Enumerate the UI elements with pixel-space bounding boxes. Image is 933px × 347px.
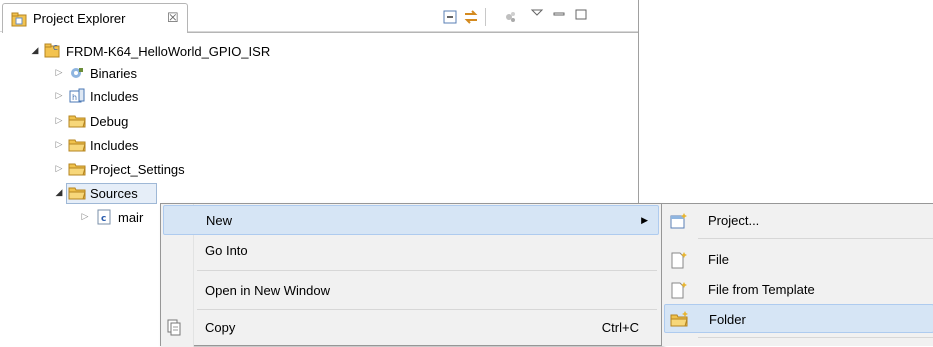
svg-text:c: c <box>101 214 106 224</box>
tree-item-project[interactable]: ◢ C FRDM-K64_HelloWorld_GPIO_ISR <box>30 41 330 63</box>
menu-item-label: New <box>206 213 233 228</box>
toolbar-separator <box>485 8 486 26</box>
menu-item-shortcut: Ctrl+C <box>601 320 639 335</box>
expand-arrow-icon[interactable]: ◢ <box>30 45 40 56</box>
tab-title: Project Explorer <box>33 11 126 26</box>
binaries-icon <box>68 64 86 85</box>
project-label: FRDM-K64_HelloWorld_GPIO_ISR <box>66 44 271 59</box>
folder-icon <box>68 113 86 131</box>
new-submenu: Project... File File from Template Folde… <box>661 203 933 346</box>
expand-arrow-icon[interactable]: ▷ <box>54 139 64 150</box>
copy-icon <box>166 319 182 340</box>
menu-item-copy[interactable]: Copy Ctrl+C <box>163 313 659 343</box>
expand-arrow-icon[interactable]: ▷ <box>80 211 90 222</box>
folder-icon <box>68 137 86 155</box>
svg-text:h: h <box>72 93 77 102</box>
menu-item-label: Copy <box>205 320 236 335</box>
includes-icon: h <box>68 87 86 108</box>
menu-item-label: Open in New Window <box>205 283 330 298</box>
folder-icon <box>68 161 86 179</box>
tree-item-label: Debug <box>90 114 129 129</box>
tree-item-label: Sources <box>90 186 138 201</box>
menu-item-label: Go Into <box>205 243 248 258</box>
new-folder-icon <box>670 311 690 330</box>
tree-item-project-settings[interactable]: ▷ Project_Settings <box>54 159 274 181</box>
link-with-editor-icon[interactable] <box>462 8 480 26</box>
folder-open-icon <box>68 185 86 203</box>
project-explorer-icon <box>11 11 29 30</box>
submenu-item-folder[interactable]: Folder <box>664 304 933 333</box>
c-file-icon: c <box>96 209 112 228</box>
menu-item-go-into[interactable]: Go Into <box>163 236 659 266</box>
maximize-icon[interactable] <box>572 5 590 23</box>
minimize-icon[interactable] <box>550 5 568 23</box>
filter-icon[interactable] <box>502 8 520 26</box>
view-menu-icon[interactable] <box>528 5 546 23</box>
close-icon[interactable]: ☒ <box>167 10 179 26</box>
menu-separator <box>197 309 657 310</box>
tree-item-label: Binaries <box>90 66 137 81</box>
tree-item-debug[interactable]: ▷ Debug <box>54 111 254 133</box>
tree-item-includes[interactable]: ▷ h Includes <box>54 86 254 108</box>
tree-item-label: Includes <box>90 89 139 104</box>
svg-text:C: C <box>53 44 58 52</box>
menu-separator <box>698 238 933 239</box>
menu-item-open-in-new-window[interactable]: Open in New Window <box>163 276 659 306</box>
submenu-item-file-from-template[interactable]: File from Template <box>664 275 933 304</box>
tree-item-label: Includes <box>90 138 139 153</box>
submenu-item-label: File <box>708 252 729 267</box>
tree-item-label: Project_Settings <box>90 162 185 177</box>
expand-arrow-icon[interactable]: ◢ <box>54 187 64 198</box>
new-file-template-icon <box>669 281 689 302</box>
tree-item-sources[interactable]: ◢ Sources <box>54 183 164 205</box>
tab-project-explorer[interactable]: Project Explorer ☒ <box>2 3 188 33</box>
expand-arrow-icon[interactable]: ▷ <box>54 67 64 78</box>
tree-item-main[interactable]: ▷ c mair <box>80 207 160 229</box>
submenu-item-label: Project... <box>708 213 760 228</box>
expand-arrow-icon[interactable]: ▷ <box>54 115 64 126</box>
submenu-item-project[interactable]: Project... <box>664 206 933 235</box>
divider <box>188 32 638 33</box>
project-icon: C <box>44 42 62 61</box>
menu-separator <box>698 337 933 338</box>
menu-separator <box>197 270 657 271</box>
new-project-icon <box>669 212 689 233</box>
tree-item-label: mair <box>118 210 144 225</box>
new-file-icon <box>669 251 689 272</box>
submenu-item-label: File from Template <box>708 282 815 297</box>
submenu-item-label: Folder <box>709 312 746 327</box>
menu-item-new[interactable]: New ▶ <box>163 205 659 235</box>
tree-item-binaries[interactable]: ▷ Binaries <box>54 63 254 85</box>
context-menu: New ▶ Go Into Open in New Window Copy Ct… <box>160 203 662 347</box>
expand-arrow-icon[interactable]: ▷ <box>54 163 64 174</box>
submenu-item-file[interactable]: File <box>664 245 933 274</box>
collapse-all-icon[interactable] <box>441 8 459 26</box>
tree-item-includes-folder[interactable]: ▷ Includes <box>54 135 254 157</box>
submenu-arrow-icon: ▶ <box>641 215 648 225</box>
expand-arrow-icon[interactable]: ▷ <box>54 90 64 101</box>
